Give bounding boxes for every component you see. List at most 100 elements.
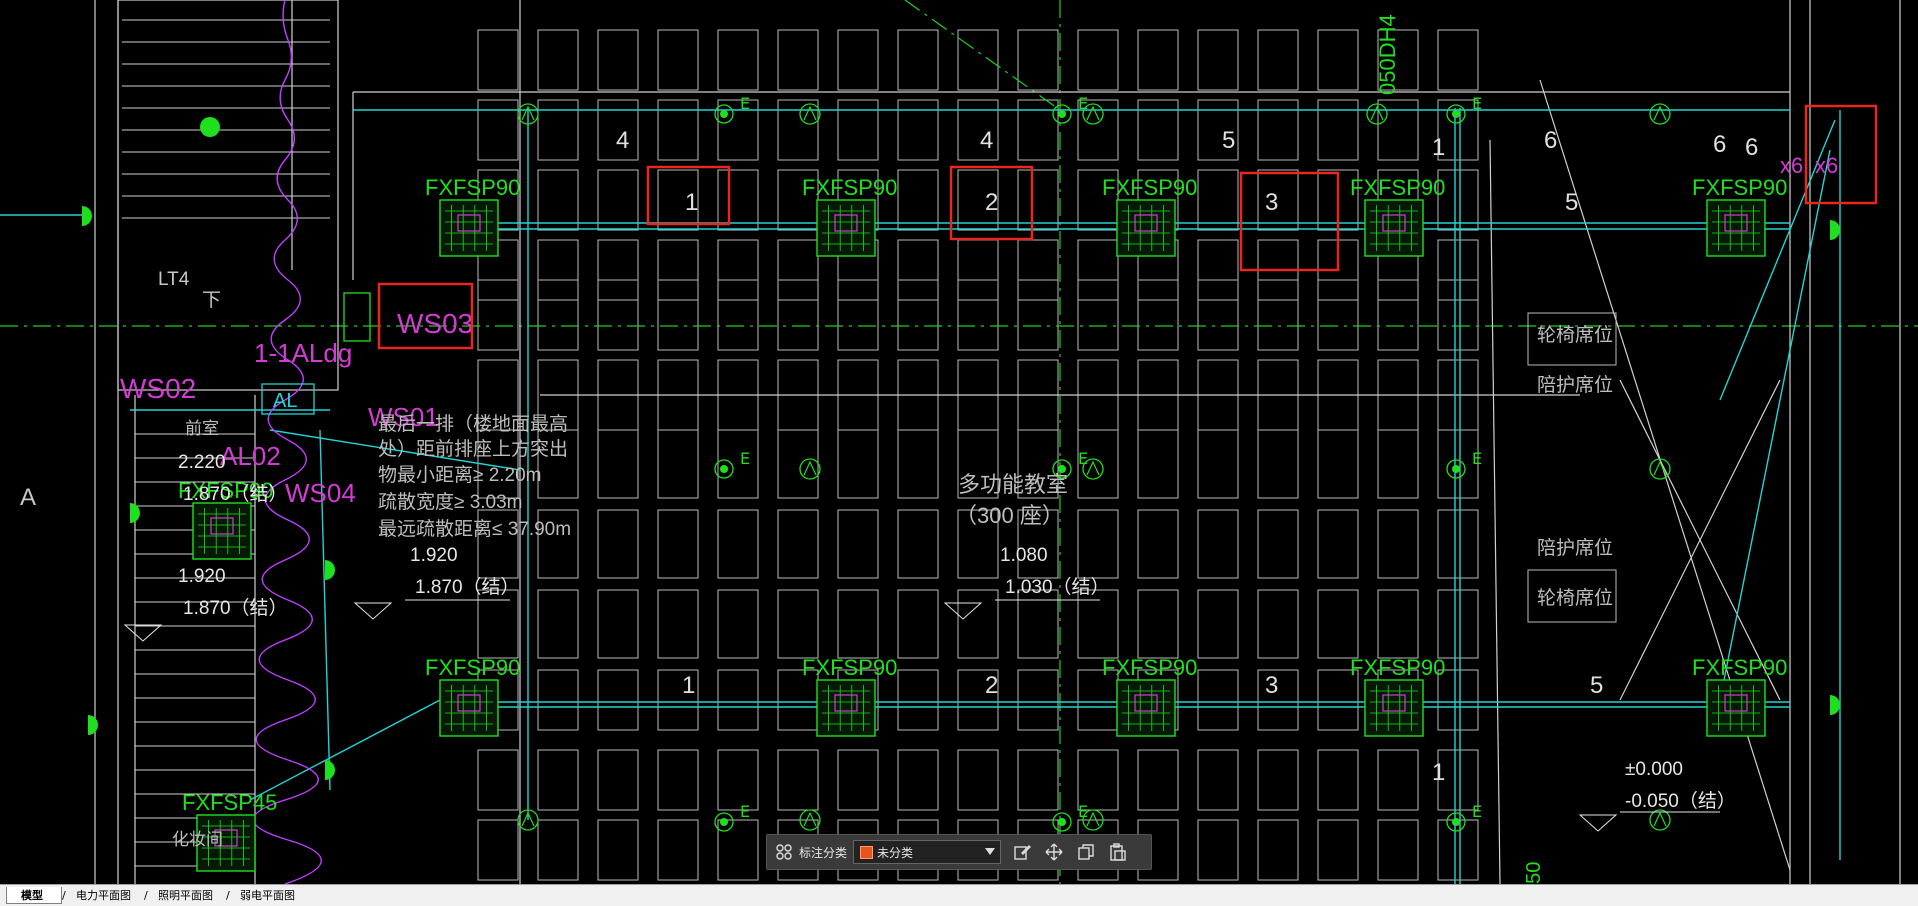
level-2-bot: 1.870（结） xyxy=(183,597,288,619)
category-value: 未分类 xyxy=(877,845,914,860)
note-seat-rows: 最后一排（楼地面最高 xyxy=(378,413,568,435)
fixture-label: FXFSP90 xyxy=(1102,175,1197,200)
note-min-dist: 物最小距离≥ 2.20m xyxy=(378,464,542,486)
tab-label: 电力平面图 xyxy=(76,889,131,902)
chevron-down-icon xyxy=(985,848,996,855)
exit-label: E xyxy=(1472,94,1482,113)
exit-label: E xyxy=(1472,802,1482,821)
tab-label: 模型 xyxy=(21,889,43,902)
category-select[interactable]: 未分类 xyxy=(853,840,1002,864)
note-wheel-1: 轮椅席位 xyxy=(1537,324,1613,346)
sensor-symbol xyxy=(1366,103,1388,125)
move-icon[interactable] xyxy=(1043,841,1065,863)
tab-model[interactable]: 模型 xyxy=(6,887,62,904)
note-wheel-3: 陪护席位 xyxy=(1537,537,1613,559)
e-panel-box xyxy=(343,292,371,342)
cad-drawing-canvas[interactable]: E E E E E E E E E FXFSP90 FXFSP90 FXFSP90 FXFSP90 FX… xyxy=(0,0,1918,884)
annotation-toolbar: 标注分类 未分类 xyxy=(766,834,1152,870)
grid-label-a: A xyxy=(20,484,36,511)
note-stair2: 化妆间 xyxy=(172,830,223,849)
circuit-number: 5 xyxy=(1565,189,1578,216)
label-ws03: WS03 xyxy=(397,308,473,339)
sensor-symbol xyxy=(799,103,821,125)
circuit-number: 6 xyxy=(1544,127,1557,154)
fixture-label: FXFSP90 xyxy=(1102,655,1197,680)
label-al: AL xyxy=(273,390,297,412)
exit-light-symbol: E xyxy=(714,94,750,124)
level-5-top: ±0.000 xyxy=(1625,759,1683,780)
label-al-dg: 1-1ALdg xyxy=(254,338,352,368)
level-1-bot: 1.870（结） xyxy=(183,483,288,505)
circuit-number: 2 xyxy=(985,672,998,699)
light-fixture xyxy=(816,679,876,737)
circuit-number: 4 xyxy=(980,127,993,154)
highlight-box[interactable] xyxy=(1239,171,1340,272)
note-wheel-4: 轮椅席位 xyxy=(1537,587,1613,609)
exit-light-symbol: E xyxy=(1446,802,1482,832)
circuit-number: 1 xyxy=(685,189,698,216)
label-al02: AL02 xyxy=(220,441,281,471)
note-hall-seats: （300 座） xyxy=(955,503,1064,528)
tab-power-plan[interactable]: / 电力平面图 xyxy=(62,887,144,904)
light-fixture xyxy=(816,199,876,257)
note-stair: 前室 xyxy=(185,419,219,438)
level-5-bot: -0.050（结） xyxy=(1625,790,1736,812)
fixture-label: FXFSP90 xyxy=(802,175,897,200)
level-4-bot: 1.030（结） xyxy=(1005,576,1110,598)
label-x6-b: x6 xyxy=(1815,153,1838,178)
sensor-symbol xyxy=(1649,809,1671,831)
level-2-top: 1.920 xyxy=(178,566,226,587)
exit-label: E xyxy=(1078,449,1088,468)
circuit-number: 1 xyxy=(682,672,695,699)
note-wheel-2: 陪护席位 xyxy=(1537,374,1613,396)
fixture-label: FXFSP90 xyxy=(1350,175,1445,200)
light-fixture xyxy=(192,502,252,560)
label-ws04: WS04 xyxy=(285,478,356,508)
exit-label: E xyxy=(1472,449,1482,468)
circuit-number: 1 xyxy=(1432,759,1445,786)
circuit-number: 6 xyxy=(1745,134,1758,161)
fixture-label: FXFSP90 xyxy=(1692,655,1787,680)
annotation-category-label: 标注分类 xyxy=(799,845,848,860)
label-ws02: WS02 xyxy=(120,373,196,404)
light-fixture xyxy=(439,199,499,257)
note-seat-rows2: 处）距前排座上方突出 xyxy=(378,438,568,460)
fixture-label: FXFSP90 xyxy=(802,655,897,680)
note-width: 疏散宽度≥ 3.03m xyxy=(378,491,523,513)
edit-icon[interactable] xyxy=(1011,841,1033,863)
grid-menu-icon[interactable] xyxy=(773,841,795,863)
circuit-number: 1 xyxy=(1432,134,1445,161)
paste-icon[interactable] xyxy=(1107,841,1129,863)
vertical-code-2: 050 xyxy=(1523,862,1545,884)
copy-icon[interactable] xyxy=(1075,841,1097,863)
circuit-number: 4 xyxy=(616,127,629,154)
exit-light-symbol: E xyxy=(714,802,750,832)
label-lt4: LT4 xyxy=(158,269,190,290)
note-longest: 最远疏散距离≤ 37.90m xyxy=(378,518,571,540)
level-3-bot: 1.870（结） xyxy=(415,576,520,598)
sensor-symbol xyxy=(1649,458,1671,480)
tab-lighting-plan[interactable]: / 照明平面图 xyxy=(144,887,226,904)
tab-label: 照明平面图 xyxy=(158,889,213,902)
circuit-number: 3 xyxy=(1265,672,1278,699)
fixture-label: FXFSP45 xyxy=(182,790,277,815)
seat-grid xyxy=(477,29,1479,881)
circuit-number: 3 xyxy=(1265,189,1278,216)
light-fixture xyxy=(1116,199,1176,257)
category-color-swatch xyxy=(860,845,874,859)
label-x6-a: x6 xyxy=(1780,153,1803,178)
tab-low-voltage-plan[interactable]: / 弱电平面图 xyxy=(226,887,308,904)
circuit-number: 5 xyxy=(1222,127,1235,154)
exit-label: E xyxy=(740,94,750,113)
vertical-code: 050DH4 xyxy=(1375,14,1400,95)
level-1-top: 2.220 xyxy=(178,452,226,473)
level-3-top: 1.920 xyxy=(410,545,458,566)
floor-plan-drawing[interactable]: E E E E E E E E E FXFSP90 FXFSP90 FXFSP90 FXFSP90 FX… xyxy=(0,0,1918,884)
light-fixture xyxy=(1364,199,1424,257)
exit-label: E xyxy=(740,449,750,468)
note-hall-name: 多功能教室 xyxy=(958,472,1068,497)
light-fixture xyxy=(1706,199,1766,257)
circuit-number: 5 xyxy=(1590,672,1603,699)
exit-label: E xyxy=(1078,94,1088,113)
fixture-label: FXFSP90 xyxy=(1692,175,1787,200)
